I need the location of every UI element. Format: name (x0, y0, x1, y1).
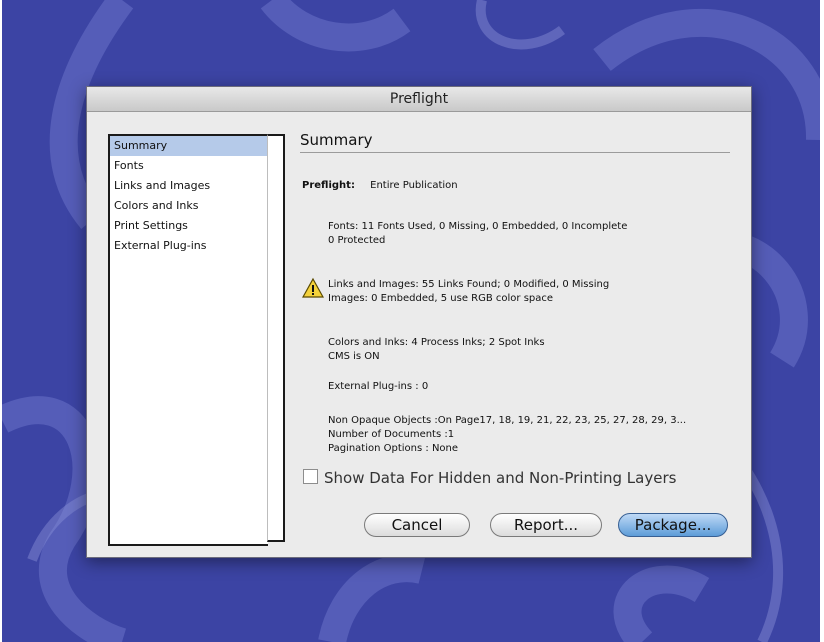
summary-panel: Summary (300, 131, 730, 153)
links-line-1: Links and Images: 55 Links Found; 0 Modi… (328, 279, 610, 290)
dialog-title: Preflight (87, 87, 751, 112)
sidebar-item-print-settings[interactable]: Print Settings (110, 216, 268, 236)
fonts-summary: Fonts: 11 Fonts Used, 0 Missing, 0 Embed… (328, 220, 627, 248)
show-hidden-layers-checkbox[interactable] (303, 469, 318, 484)
preflight-value: Entire Publication (370, 180, 458, 191)
colors-line-1: Colors and Inks: 4 Process Inks; 2 Spot … (328, 337, 545, 348)
number-of-documents-line: Number of Documents :1 (328, 429, 455, 440)
colors-summary: Colors and Inks: 4 Process Inks; 2 Spot … (328, 336, 545, 364)
warning-triangle-icon (302, 277, 324, 298)
sidebar-item-summary[interactable]: Summary (110, 136, 268, 156)
sidebar-scrollbar[interactable] (267, 134, 285, 542)
colors-line-2: CMS is ON (328, 351, 380, 362)
fonts-line-1: Fonts: 11 Fonts Used, 0 Missing, 0 Embed… (328, 221, 628, 232)
plugins-summary: External Plug-ins : 0 (328, 381, 429, 392)
sidebar-item-colors-and-inks[interactable]: Colors and Inks (110, 196, 268, 216)
show-hidden-layers-option[interactable]: Show Data For Hidden and Non-Printing La… (303, 469, 676, 487)
preflight-label: Preflight: (302, 180, 355, 191)
sidebar-item-fonts[interactable]: Fonts (110, 156, 268, 176)
non-opaque-objects-line: Non Opaque Objects :On Page17, 18, 19, 2… (328, 415, 687, 426)
fonts-line-2: 0 Protected (328, 235, 386, 246)
cancel-button[interactable]: Cancel (364, 513, 470, 537)
sidebar-item-external-plug-ins[interactable]: External Plug-ins (110, 236, 268, 256)
other-summary: Non Opaque Objects :On Page17, 18, 19, 2… (328, 414, 686, 456)
report-button[interactable]: Report... (490, 513, 602, 537)
links-line-2: Images: 0 Embedded, 5 use RGB color spac… (328, 293, 554, 304)
show-hidden-layers-label: Show Data For Hidden and Non-Printing La… (324, 469, 677, 487)
preflight-scope: Preflight: Entire Publication (302, 179, 458, 193)
package-button[interactable]: Package... (618, 513, 728, 537)
summary-title: Summary (300, 131, 730, 153)
sidebar-item-links-and-images[interactable]: Links and Images (110, 176, 268, 196)
pagination-options-line: Pagination Options : None (328, 443, 459, 454)
preflight-dialog: Preflight Summary Fonts Links and Images… (86, 86, 752, 558)
links-summary: Links and Images: 55 Links Found; 0 Modi… (328, 278, 609, 306)
preflight-category-list[interactable]: Summary Fonts Links and Images Colors an… (108, 134, 268, 546)
